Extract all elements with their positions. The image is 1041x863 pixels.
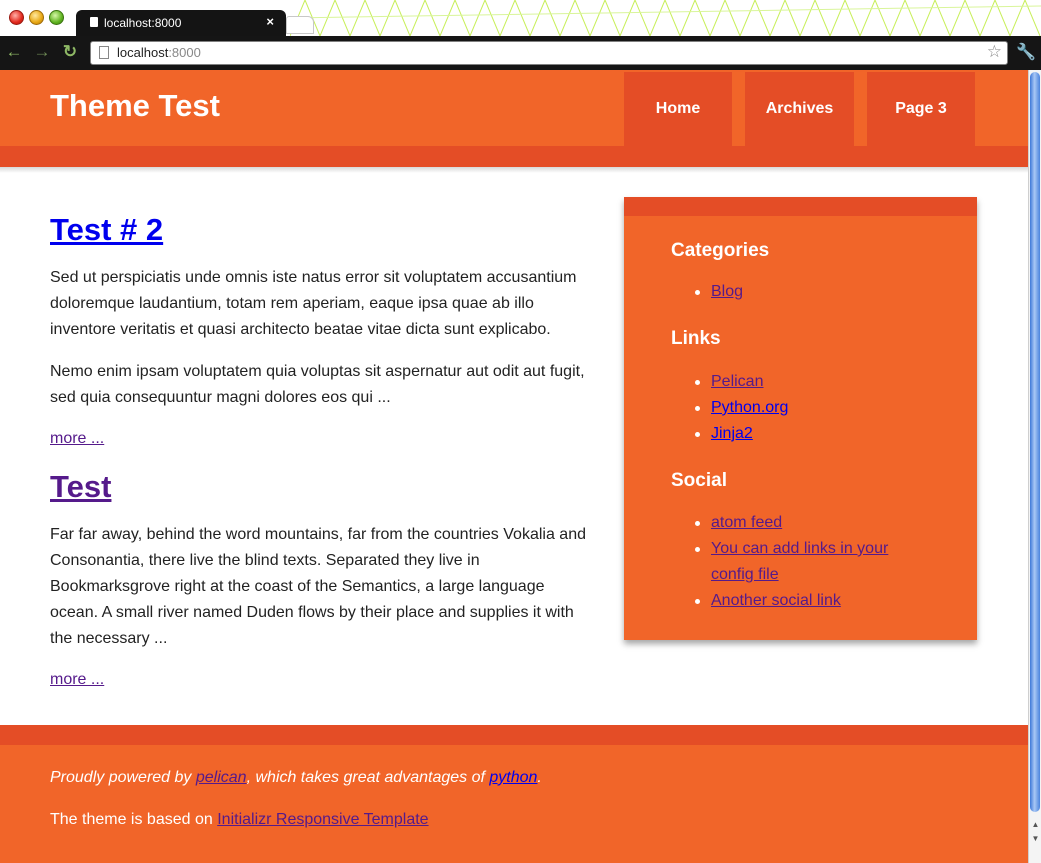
url-port: :8000 xyxy=(168,45,201,60)
site-header: Theme Test Home Archives Page 3 xyxy=(0,70,1028,146)
article-paragraph: Nemo enim ipsam voluptatem quia voluptas… xyxy=(50,363,585,406)
page-viewport: Theme Test Home Archives Page 3 Test # 2… xyxy=(0,70,1028,863)
link-pelican[interactable]: Pelican xyxy=(711,373,763,390)
theme-prefix: The theme is based on xyxy=(50,811,218,828)
article-title-link[interactable]: Test # 2 xyxy=(50,212,163,247)
site-title[interactable]: Theme Test xyxy=(50,88,220,124)
social-list: atom feed You can add links in your conf… xyxy=(624,510,911,614)
social-link-config[interactable]: You can add links in your config file xyxy=(711,540,888,583)
tab-close-icon[interactable]: × xyxy=(266,14,274,29)
social-link-atom-feed[interactable]: atom feed xyxy=(711,514,782,531)
list-item: Blog xyxy=(624,279,911,305)
site-footer: Proudly powered by pelican, which takes … xyxy=(0,725,1028,863)
header-shadow xyxy=(0,167,1028,173)
article-paragraph: Sed ut perspiciatis unde omnis iste natu… xyxy=(50,269,577,338)
list-item: You can add links in your config file xyxy=(624,536,911,588)
categories-list: Blog xyxy=(624,279,911,305)
powered-by-text: Proudly powered by pelican, which takes … xyxy=(50,769,542,787)
sidebar-band xyxy=(624,197,977,216)
powered-middle: , which takes great advantages of xyxy=(246,769,490,786)
browser-titlebar: localhost:8000 × xyxy=(0,0,1041,36)
powered-suffix: . xyxy=(537,769,542,786)
scroll-down-arrow-icon[interactable]: ▼ xyxy=(1031,833,1040,845)
list-item: Another social link xyxy=(624,588,911,614)
list-item: Jinja2 xyxy=(624,421,911,447)
link-python-org[interactable]: Python.org xyxy=(711,399,788,416)
article-title: Test # 2 xyxy=(50,212,163,248)
tab-title: localhost:8000 xyxy=(104,16,182,30)
pelican-link[interactable]: pelican xyxy=(196,769,247,786)
initializr-link[interactable]: Initializr Responsive Template xyxy=(217,811,428,828)
social-link-another[interactable]: Another social link xyxy=(711,592,841,609)
sidebar: Categories Blog Links Pelican Python.org… xyxy=(624,197,977,640)
links-list: Pelican Python.org Jinja2 xyxy=(624,369,911,447)
minimize-window-button[interactable] xyxy=(29,10,44,25)
browser-toolbar: ← → ↻ localhost:8000 ☆ xyxy=(0,36,1041,70)
list-item: Pelican xyxy=(624,369,911,395)
article-title: Test xyxy=(50,469,111,505)
category-link-blog[interactable]: Blog xyxy=(711,283,743,300)
list-item: Python.org xyxy=(624,395,911,421)
vertical-scrollbar[interactable]: ▲ ▼ xyxy=(1028,70,1041,863)
nav-home[interactable]: Home xyxy=(624,72,732,146)
forward-arrow-icon[interactable]: → xyxy=(32,42,52,62)
page-icon xyxy=(99,46,109,59)
new-tab-button[interactable] xyxy=(286,16,314,34)
header-band xyxy=(0,146,1028,167)
back-arrow-icon[interactable]: ← xyxy=(4,42,24,62)
reload-icon[interactable]: ↻ xyxy=(60,42,80,62)
address-url[interactable]: localhost:8000 xyxy=(117,45,201,60)
bookmark-star-icon[interactable]: ☆ xyxy=(987,42,1002,62)
close-window-button[interactable] xyxy=(9,10,24,25)
read-more-link[interactable]: more ... xyxy=(50,430,104,448)
nav-page-3[interactable]: Page 3 xyxy=(867,72,975,146)
browser-tab[interactable]: localhost:8000 × xyxy=(76,10,286,36)
article-paragraph: Far far away, behind the word mountains,… xyxy=(50,526,586,647)
footer-band xyxy=(0,725,1028,745)
python-link[interactable]: python xyxy=(489,769,537,786)
scrollbar-thumb[interactable] xyxy=(1030,72,1040,812)
links-heading: Links xyxy=(671,328,721,349)
social-heading: Social xyxy=(671,470,727,491)
powered-prefix: Proudly powered by xyxy=(50,769,196,786)
categories-heading: Categories xyxy=(671,240,770,261)
link-jinja2[interactable]: Jinja2 xyxy=(711,425,753,442)
titlebar-pattern xyxy=(290,0,1041,36)
list-item: atom feed xyxy=(624,510,911,536)
wrench-menu-icon[interactable]: 🔧 xyxy=(1016,42,1036,62)
address-bar[interactable]: localhost:8000 ☆ xyxy=(90,41,1008,65)
nav-archives[interactable]: Archives xyxy=(745,72,854,146)
zoom-window-button[interactable] xyxy=(49,10,64,25)
page-icon xyxy=(90,17,98,27)
article-title-link[interactable]: Test xyxy=(50,469,111,504)
scroll-up-arrow-icon[interactable]: ▲ xyxy=(1031,819,1040,831)
theme-credit-text: The theme is based on Initializr Respons… xyxy=(50,811,429,829)
read-more-link[interactable]: more ... xyxy=(50,671,104,689)
url-host: localhost xyxy=(117,45,169,60)
